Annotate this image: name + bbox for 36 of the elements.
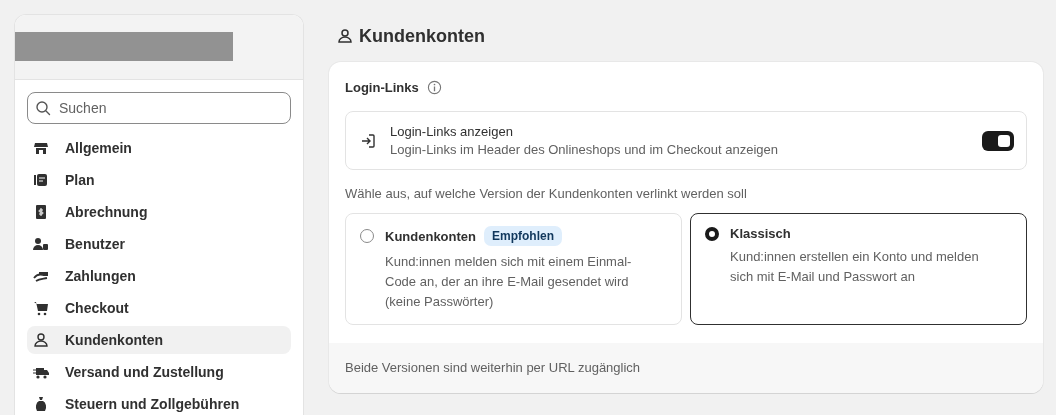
option-description: Kund:innen melden sich mit einem Einmal-Code an, der an ihre E-Mail gesendet wird (keine Passwörter) (385, 253, 633, 311)
login-icon (360, 132, 376, 149)
cart-icon (33, 300, 49, 316)
info-icon[interactable] (426, 80, 442, 95)
person-icon (33, 332, 49, 348)
sidebar-item[interactable]: Versand und Zustellung (27, 358, 291, 386)
setting-description: Login-Links im Header des Onlineshops und im Checkout anzeigen (390, 142, 780, 157)
prompt-text: Wähle aus, auf welche Version der Kundenkonten verlinkt werden soll (345, 186, 748, 201)
sidebar-item[interactable]: Kundenkonten (27, 326, 291, 354)
sidebar-item[interactable]: Steuern und Zollgebühren (27, 390, 291, 415)
option-title: Kundenkonten (385, 228, 476, 244)
store-icon (33, 140, 49, 156)
search-icon (35, 100, 51, 116)
section-title: Login-Links (345, 80, 419, 95)
setting-title: Login-Links anzeigen (390, 124, 514, 139)
radio-button[interactable] (705, 226, 719, 241)
sidebar-item[interactable]: Benutzer (27, 230, 291, 258)
toggle-switch[interactable] (982, 130, 1014, 151)
sidebar-item[interactable]: Allgemein (27, 134, 291, 162)
sidebar-item[interactable]: Zahlungen (27, 262, 291, 290)
option-description: Kund:innen erstellen ein Konto und melden sich mit E-Mail und Passwort an (730, 248, 980, 286)
sidebar-item[interactable]: Abrechnung (27, 198, 291, 226)
receipt-icon (33, 204, 49, 220)
page-title: Kundenkonten (359, 25, 485, 47)
users-icon (33, 236, 49, 252)
search-field[interactable]: Suchen (27, 92, 291, 124)
sidebar-item[interactable]: Checkout (27, 294, 291, 322)
sidebar-item[interactable]: Plan (27, 166, 291, 194)
option-card[interactable]: Klassisch Kund:innen erstellen ein Konto und melden sich mit E-Mail und Passwort an (690, 213, 1027, 325)
bag-icon (33, 396, 49, 412)
recommended-badge: Empfohlen (484, 226, 562, 246)
footer-text: Beide Versionen sind weiterhin per URL zugänglich (345, 360, 641, 375)
book-icon (33, 172, 49, 188)
person-icon (337, 28, 353, 44)
option-card[interactable]: Kundenkonten Empfohlen Kund:innen melden sich mit einem Einmal-Code an, der an ihre E-Mail gesendet wird (keine Passwörter) (345, 213, 682, 325)
option-title: Klassisch (730, 226, 791, 241)
